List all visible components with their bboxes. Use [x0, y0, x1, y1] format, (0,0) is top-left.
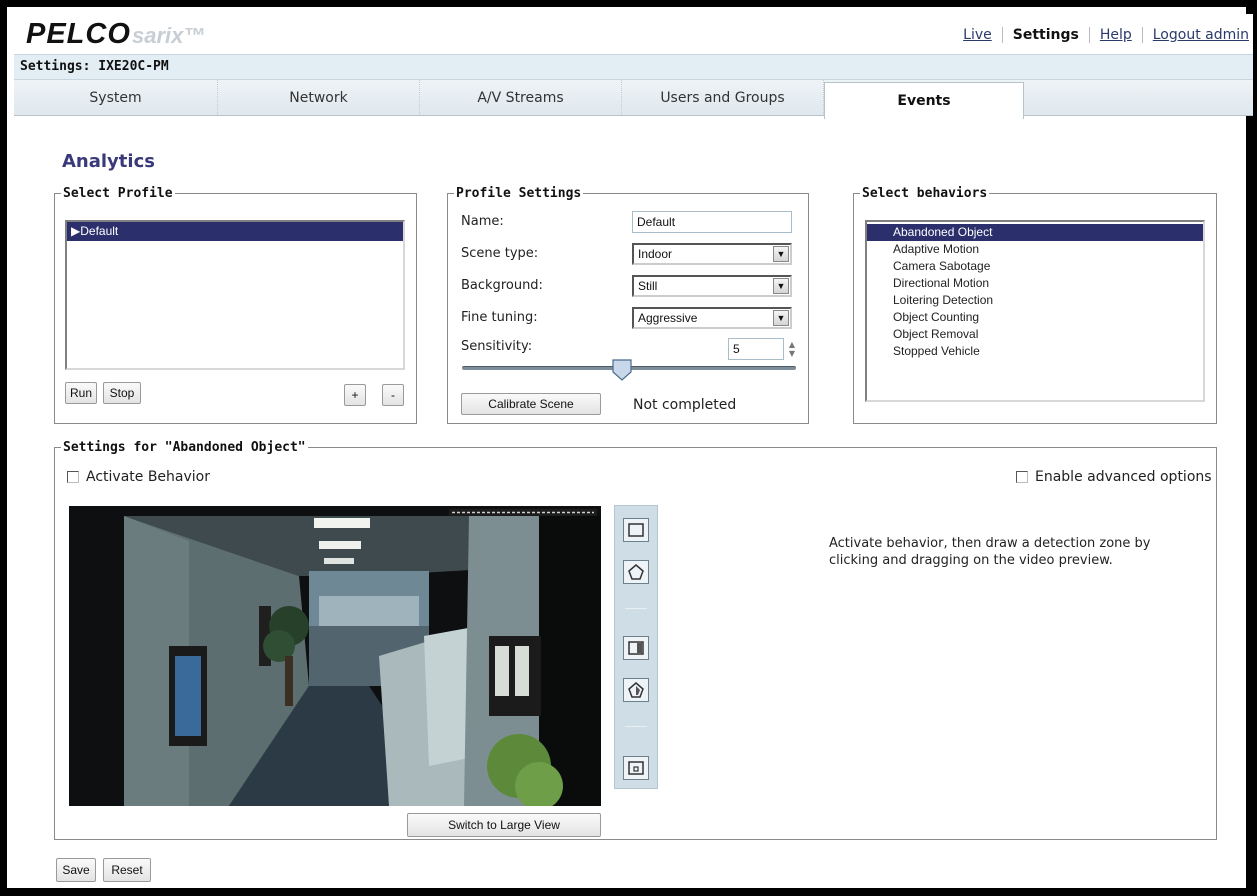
activate-behavior-label: Activate Behavior: [86, 469, 210, 485]
tab-network[interactable]: Network: [218, 80, 420, 115]
scene-type-select[interactable]: Indoor ▼: [632, 243, 792, 265]
fine-tuning-value: Aggressive: [638, 311, 698, 325]
object-size-icon[interactable]: [623, 756, 649, 780]
add-profile-button[interactable]: +: [344, 384, 366, 406]
background-label: Background:: [461, 278, 543, 293]
fine-tuning-label: Fine tuning:: [461, 310, 538, 325]
stop-button[interactable]: Stop: [103, 382, 141, 404]
behavior-settings-legend: Settings for "Abandoned Object": [63, 440, 306, 455]
page-title: Analytics: [62, 151, 155, 172]
select-behaviors-legend: Select behaviors: [862, 186, 988, 201]
behavior-list[interactable]: Abandoned Object Adaptive Motion Camera Sa…: [865, 220, 1205, 402]
zone-drawing-toolbar: [614, 505, 658, 789]
remove-profile-button[interactable]: -: [382, 384, 404, 406]
tab-bar: System Network A/V Streams Users and Gro…: [14, 80, 1253, 119]
behavior-item[interactable]: Object Counting: [867, 309, 1203, 326]
profile-name-input[interactable]: Default: [632, 211, 792, 233]
background-value: Still: [638, 279, 658, 293]
behavior-item[interactable]: Loitering Detection: [867, 292, 1203, 309]
activate-behavior-checkbox[interactable]: [67, 471, 79, 483]
polygon-exclude-icon[interactable]: [623, 678, 649, 702]
sensitivity-input[interactable]: 5: [728, 338, 784, 360]
tab-users-and-groups[interactable]: Users and Groups: [622, 80, 824, 115]
sarix-logo: sarix™: [132, 23, 206, 48]
fine-tuning-select[interactable]: Aggressive ▼: [632, 307, 792, 329]
enable-advanced-checkbox[interactable]: [1016, 471, 1028, 483]
spinner-arrows-icon[interactable]: ▲ ▼: [787, 340, 797, 360]
device-title: Settings: IXE20C-PM: [20, 59, 169, 74]
toolbar-divider: [625, 726, 647, 727]
link-divider: [1088, 27, 1090, 43]
behavior-item[interactable]: Adaptive Motion: [867, 241, 1203, 258]
behavior-item[interactable]: Camera Sabotage: [867, 258, 1203, 275]
save-button[interactable]: Save: [56, 858, 96, 882]
reset-button[interactable]: Reset: [103, 858, 151, 882]
logout-link[interactable]: Logout admin: [1153, 27, 1249, 43]
behavior-item[interactable]: Object Removal: [867, 326, 1203, 343]
help-link[interactable]: Help: [1100, 27, 1132, 43]
chevron-down-icon[interactable]: ▼: [773, 278, 789, 294]
pelco-logo: PELCO: [26, 18, 131, 50]
polygon-zone-icon[interactable]: [623, 560, 649, 584]
select-profile-legend: Select Profile: [63, 186, 173, 201]
behavior-item[interactable]: Stopped Vehicle: [867, 343, 1203, 360]
chevron-down-icon[interactable]: ▼: [773, 310, 789, 326]
behavior-instructions: Activate behavior, then draw a detection…: [829, 536, 1151, 568]
tab-system[interactable]: System: [14, 80, 218, 115]
rectangle-exclude-icon[interactable]: [623, 636, 649, 660]
run-button[interactable]: Run: [65, 382, 97, 404]
name-label: Name:: [461, 214, 504, 229]
top-links: Live Settings Help Logout admin: [963, 27, 1249, 43]
camera-scene-image: [69, 506, 601, 806]
behavior-item[interactable]: Directional Motion: [867, 275, 1203, 292]
header: PELCO sarix™ Live Settings Help Logout a…: [14, 14, 1253, 54]
link-divider: [1141, 27, 1143, 43]
calibration-status: Not completed: [633, 397, 737, 413]
settings-title-bar: Settings: IXE20C-PM: [14, 54, 1253, 80]
settings-link[interactable]: Settings: [1013, 27, 1079, 43]
scene-type-value: Indoor: [638, 247, 673, 261]
profile-item-default[interactable]: ▶Default: [67, 222, 403, 241]
rectangle-zone-icon[interactable]: [623, 518, 649, 542]
scene-type-label: Scene type:: [461, 246, 539, 261]
background-select[interactable]: Still ▼: [632, 275, 792, 297]
chevron-down-icon[interactable]: ▼: [773, 246, 789, 262]
tab-events[interactable]: Events: [824, 82, 1024, 119]
profile-settings-legend: Profile Settings: [456, 186, 582, 201]
live-link[interactable]: Live: [963, 27, 992, 43]
profile-list[interactable]: ▶Default: [65, 220, 405, 370]
toolbar-divider: [625, 608, 647, 609]
video-preview[interactable]: [69, 506, 601, 806]
sensitivity-slider-thumb[interactable]: [612, 359, 632, 381]
link-divider: [1001, 27, 1003, 43]
enable-advanced-label: Enable advanced options: [1035, 469, 1212, 485]
sensitivity-label: Sensitivity:: [461, 339, 533, 354]
switch-large-view-button[interactable]: Switch to Large View: [407, 813, 601, 837]
tab-av-streams[interactable]: A/V Streams: [420, 80, 622, 115]
calibrate-scene-button[interactable]: Calibrate Scene: [461, 393, 601, 415]
behavior-item[interactable]: Abandoned Object: [867, 224, 1203, 241]
